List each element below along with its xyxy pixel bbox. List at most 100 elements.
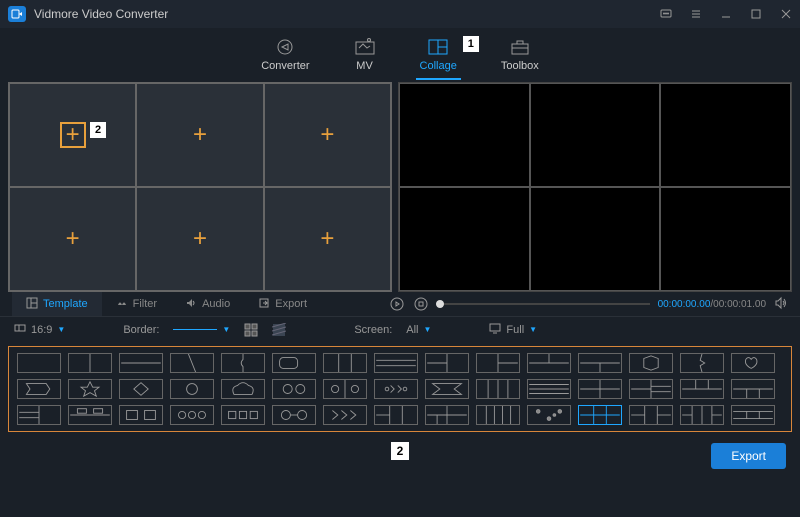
aspect-ratio-select[interactable]: 16:9 ▼ (14, 322, 65, 337)
menu-icon[interactable] (690, 8, 702, 20)
template-item[interactable] (17, 379, 61, 399)
nav-toolbox[interactable]: Toolbox (497, 36, 543, 74)
template-item[interactable] (323, 379, 367, 399)
callout-2b: 2 (391, 442, 409, 460)
footer: 2 Export (0, 436, 800, 476)
template-item[interactable] (425, 405, 469, 425)
editor-cell[interactable]: + (264, 187, 391, 291)
border-color-button[interactable] (244, 323, 258, 337)
template-item[interactable] (527, 379, 571, 399)
close-icon[interactable] (780, 8, 792, 20)
template-item[interactable] (119, 405, 163, 425)
play-button[interactable] (390, 297, 404, 311)
template-item[interactable] (221, 379, 265, 399)
template-item[interactable] (68, 405, 112, 425)
template-item[interactable] (68, 379, 112, 399)
template-item[interactable] (629, 353, 673, 373)
template-item[interactable] (476, 353, 520, 373)
template-item[interactable] (170, 405, 214, 425)
template-icon (26, 297, 38, 312)
template-item[interactable] (119, 379, 163, 399)
template-item[interactable] (680, 379, 724, 399)
template-item[interactable] (476, 379, 520, 399)
time-current: 00:00:00.00 (658, 299, 711, 310)
tab-audio-label: Audio (202, 298, 230, 310)
screen-icon (489, 322, 501, 337)
chevron-down-icon: ▼ (222, 325, 230, 334)
tab-audio[interactable]: Audio (171, 292, 244, 316)
border-pattern-button[interactable] (272, 323, 286, 337)
tab-template-label: Template (43, 298, 88, 310)
add-media-icon[interactable]: + (60, 226, 86, 252)
add-media-icon[interactable]: + (187, 122, 213, 148)
template-item[interactable] (680, 405, 724, 425)
nav-collage[interactable]: Collage 1 (416, 36, 461, 74)
export-icon (258, 297, 270, 312)
toolbox-icon (509, 38, 531, 56)
volume-icon[interactable] (774, 296, 788, 313)
template-item[interactable] (272, 379, 316, 399)
editor-cell[interactable]: + (9, 187, 136, 291)
preview-panel (398, 82, 792, 292)
template-item[interactable] (221, 405, 265, 425)
template-item[interactable] (527, 353, 571, 373)
template-item[interactable] (170, 379, 214, 399)
template-item[interactable] (374, 379, 418, 399)
tab-export[interactable]: Export (244, 292, 321, 316)
template-item[interactable] (17, 353, 61, 373)
minimize-icon[interactable] (720, 8, 732, 20)
template-item[interactable] (527, 405, 571, 425)
template-item[interactable] (731, 405, 775, 425)
add-media-icon[interactable]: + (314, 122, 340, 148)
full-select[interactable]: Full ▼ (489, 322, 537, 337)
template-item[interactable] (731, 379, 775, 399)
add-media-icon[interactable]: + (187, 226, 213, 252)
template-item[interactable] (731, 353, 775, 373)
template-item[interactable] (17, 405, 61, 425)
template-item[interactable] (680, 353, 724, 373)
nav-mv[interactable]: MV (350, 36, 380, 74)
template-item[interactable] (323, 405, 367, 425)
editor-cell[interactable]: + (264, 83, 391, 187)
template-item[interactable] (629, 379, 673, 399)
tab-template[interactable]: Template (12, 292, 102, 316)
maximize-icon[interactable] (750, 8, 762, 20)
template-item[interactable] (374, 405, 418, 425)
template-item[interactable] (425, 379, 469, 399)
app-logo (8, 6, 26, 22)
title-bar: Vidmore Video Converter (0, 0, 800, 28)
filter-icon (116, 297, 128, 312)
preview-cell (399, 187, 530, 291)
export-button[interactable]: Export (711, 443, 786, 469)
template-item[interactable] (578, 379, 622, 399)
callout-2: 2 (90, 122, 106, 138)
template-item[interactable] (629, 405, 673, 425)
add-media-icon[interactable]: + (314, 226, 340, 252)
preview-cell (660, 83, 791, 187)
chevron-down-icon: ▼ (529, 325, 537, 334)
template-item[interactable] (476, 405, 520, 425)
feedback-icon[interactable] (660, 8, 672, 20)
editor-cell[interactable]: + 2 (9, 83, 136, 187)
editor-cell[interactable]: + (136, 187, 263, 291)
template-item[interactable] (323, 353, 367, 373)
template-item[interactable] (272, 353, 316, 373)
editor-cell[interactable]: + (136, 83, 263, 187)
template-item[interactable] (578, 353, 622, 373)
nav-converter[interactable]: Converter (257, 36, 313, 74)
template-item[interactable] (425, 353, 469, 373)
nav-toolbox-label: Toolbox (501, 60, 539, 72)
template-item[interactable] (221, 353, 265, 373)
stop-button[interactable] (414, 297, 428, 311)
template-item[interactable] (119, 353, 163, 373)
template-item[interactable] (374, 353, 418, 373)
template-item[interactable] (272, 405, 316, 425)
tab-filter[interactable]: Filter (102, 292, 171, 316)
border-style-select[interactable]: ▼ (173, 325, 230, 334)
template-item[interactable] (170, 353, 214, 373)
add-media-icon[interactable]: + (60, 122, 86, 148)
seek-bar[interactable] (436, 303, 650, 305)
screen-select[interactable]: All ▼ (406, 324, 431, 336)
template-item[interactable] (68, 353, 112, 373)
template-item-selected[interactable] (578, 405, 622, 425)
